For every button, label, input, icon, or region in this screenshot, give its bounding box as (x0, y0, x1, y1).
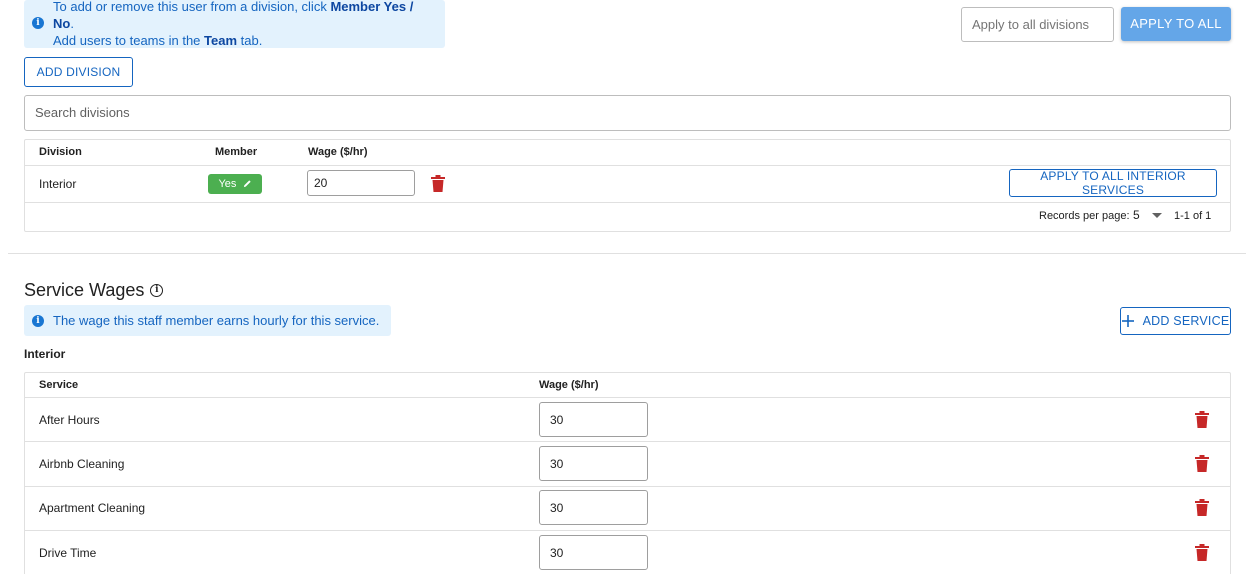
table-row: Airbnb Cleaning 30 (25, 442, 1230, 486)
pencil-icon (243, 180, 251, 188)
info-icon[interactable]: i (150, 284, 164, 297)
division-info-notice: i To add or remove this user from a divi… (24, 0, 445, 48)
service-wage-input[interactable]: 30 (539, 402, 648, 437)
table-row: After Hours 30 (25, 398, 1230, 442)
add-division-button[interactable]: ADD DIVISION (24, 57, 133, 87)
trash-icon[interactable] (431, 175, 445, 192)
info-icon: i (32, 314, 44, 327)
service-name: After Hours (39, 413, 100, 427)
add-service-button[interactable]: ADD SERVICE (1120, 307, 1231, 335)
service-column-header: Service (39, 379, 79, 391)
divisions-table: Division Member Wage ($/hr) Interior Yes… (24, 139, 1231, 232)
service-wages-table: Service Wage ($/hr) After Hours 30 Airbn… (24, 372, 1231, 574)
row-divider (25, 202, 1230, 203)
table-row: Drive Time 30 (25, 531, 1230, 574)
service-name: Airbnb Cleaning (39, 457, 125, 471)
caret-down-icon (1152, 213, 1162, 218)
records-per-page-label: Records per page: (1039, 210, 1130, 222)
apply-all-divisions-input[interactable] (961, 7, 1114, 42)
wage-column-header: Wage ($/hr) (308, 146, 368, 158)
records-per-page-select[interactable]: 5 (1133, 208, 1163, 224)
table-row: Apartment Cleaning 30 (25, 487, 1230, 531)
service-wage-input[interactable]: 30 (539, 446, 648, 481)
trash-icon[interactable] (1195, 455, 1209, 472)
info-icon: i (32, 17, 44, 29)
search-divisions-input[interactable]: Search divisions (24, 95, 1231, 131)
trash-icon[interactable] (1195, 411, 1209, 428)
division-column-header: Division (39, 146, 82, 158)
division-name: Interior (39, 177, 77, 191)
division-wage-input[interactable]: 20 (307, 170, 415, 196)
plus-icon (1121, 315, 1134, 327)
service-wages-title: Service Wages i (24, 280, 164, 301)
table-row: Interior Yes 20 APPLY TO ALL INTERIOR SE… (25, 166, 1230, 202)
service-wage-input[interactable]: 30 (539, 490, 648, 525)
service-wage-input[interactable]: 30 (539, 535, 648, 570)
trash-icon[interactable] (1195, 544, 1209, 561)
service-wage-column-header: Wage ($/hr) (539, 379, 599, 391)
member-yes-toggle[interactable]: Yes (208, 174, 262, 194)
service-group-title: Interior (24, 347, 66, 361)
service-name: Drive Time (39, 546, 97, 560)
member-column-header: Member (215, 146, 258, 158)
division-info-text: To add or remove this user from a divisi… (53, 0, 414, 48)
section-divider (8, 253, 1246, 254)
apply-to-all-button[interactable]: APPLY TO ALL (1121, 7, 1231, 41)
trash-icon[interactable] (1195, 499, 1209, 516)
pagination-range: 1-1 of 1 (1174, 210, 1212, 222)
service-wage-info-notice: i The wage this staff member earns hourl… (24, 305, 391, 336)
apply-to-all-interior-services-button[interactable]: APPLY TO ALL INTERIOR SERVICES (1009, 169, 1217, 197)
service-name: Apartment Cleaning (39, 501, 146, 515)
